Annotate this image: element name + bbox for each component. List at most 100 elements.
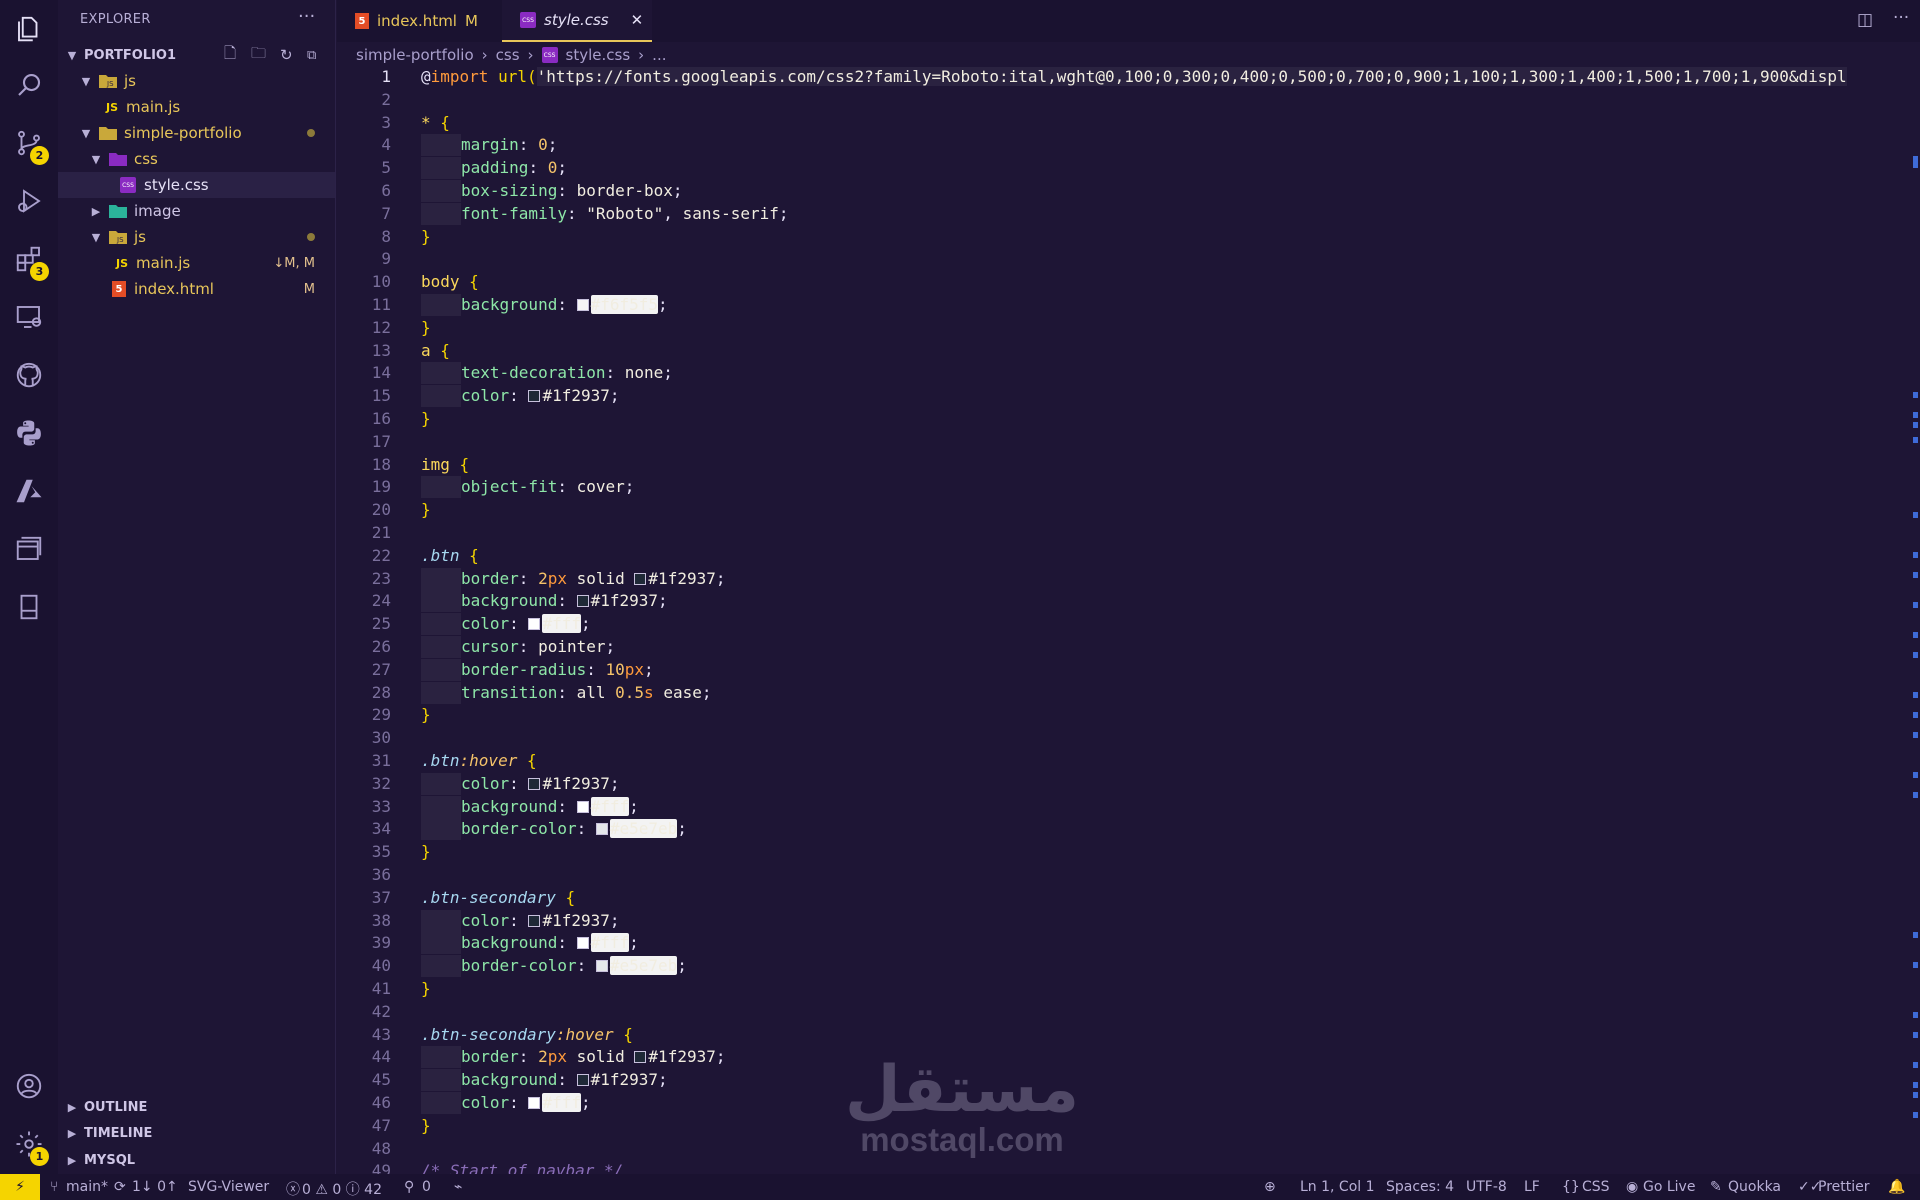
account-icon[interactable] (0, 1057, 58, 1115)
tree-file-style-css[interactable]: CSS style.css (58, 172, 335, 198)
code-line[interactable]: 12} (337, 317, 1920, 340)
tree-file-index-html[interactable]: 5 index.html M (58, 276, 335, 302)
code-line[interactable]: 10 body { (337, 271, 1920, 294)
breadcrumb-item[interactable]: simple-portfolio (356, 46, 474, 64)
code-line[interactable]: 22 .btn { (337, 545, 1920, 568)
code-line[interactable]: 39 background: #fff; (337, 932, 1920, 955)
prettier[interactable]: Prettier (1818, 1179, 1870, 1195)
go-live[interactable]: Go Live (1643, 1179, 1695, 1195)
code-line[interactable]: 31 .btn:hover { (337, 750, 1920, 773)
code-line[interactable]: 24 background: #1f2937; (337, 590, 1920, 613)
code-line[interactable]: 3 * { (337, 112, 1920, 135)
code-line[interactable]: 21 (337, 522, 1920, 545)
code-line[interactable]: 47} (337, 1115, 1920, 1138)
more-actions-icon[interactable]: ··· (298, 6, 315, 27)
extensions-icon[interactable]: 3 (0, 230, 58, 288)
notifications-bell-icon[interactable]: 🔔 (1888, 1179, 1905, 1195)
code-line[interactable]: 30 (337, 727, 1920, 750)
breadcrumb-item[interactable]: style.css (566, 46, 631, 64)
code-line[interactable]: 32 color: #1f2937; (337, 772, 1920, 796)
code-line[interactable]: 17 (337, 431, 1920, 454)
tree-file-main-js[interactable]: JS main.js (58, 94, 335, 120)
indentation[interactable]: Spaces: 4 (1386, 1179, 1454, 1195)
code-line[interactable]: 48 (337, 1138, 1920, 1161)
code-line[interactable]: 13 a { (337, 340, 1920, 363)
code-line[interactable]: 36 (337, 864, 1920, 887)
code-line[interactable]: 1 @import url('https://fonts.googleapis.c… (337, 66, 1920, 89)
breadcrumb-item[interactable]: ... (652, 46, 666, 64)
collapse-all-icon[interactable]: ⧉ (307, 48, 316, 63)
breadcrumb-item[interactable]: css (496, 46, 520, 64)
code-line[interactable]: 43 .btn-secondary:hover { (337, 1024, 1920, 1047)
tree-folder-js-2[interactable]: ▼ JS js (58, 224, 335, 250)
github-icon[interactable] (0, 346, 58, 404)
code-editor[interactable]: 1 @import url('https://fonts.googleapis.c… (337, 66, 1920, 1174)
code-line[interactable]: 25 color: #fff; (337, 613, 1920, 636)
code-line[interactable]: 4 margin: 0; (337, 134, 1920, 157)
svg-viewer[interactable]: SVG-Viewer (188, 1179, 269, 1195)
git-branch[interactable]: main* (66, 1179, 108, 1195)
code-line[interactable]: 18 img { (337, 454, 1920, 477)
code-line[interactable]: 49 /* Start of navbar */ (337, 1160, 1920, 1174)
code-line[interactable]: 28 transition: all 0.5s ease; (337, 681, 1920, 705)
files-icon[interactable] (0, 0, 58, 58)
code-line[interactable]: 19 object-fit: cover; (337, 476, 1920, 499)
more-icon[interactable]: ··· (1893, 8, 1909, 28)
split-editor-icon[interactable]: ◫ (1857, 10, 1873, 30)
settings-gear-icon[interactable]: 1 (0, 1115, 58, 1173)
tree-folder-image[interactable]: ▶ image (58, 198, 335, 224)
code-line[interactable]: 41} (337, 978, 1920, 1001)
refresh-icon[interactable]: ↻ (280, 46, 293, 64)
browser-icon[interactable] (0, 520, 58, 578)
code-line[interactable]: 14 text-decoration: none; (337, 362, 1920, 385)
code-line[interactable]: 27 border-radius: 10px; (337, 658, 1920, 682)
cursor-position[interactable]: Ln 1, Col 1 (1300, 1179, 1375, 1195)
remote-indicator-icon[interactable]: ⚡ (0, 1174, 40, 1200)
code-line[interactable]: 7 font-family: "Roboto", sans-serif; (337, 202, 1920, 226)
tree-file-main-js-2[interactable]: JS main.js ↓M, M (58, 250, 335, 276)
azure-icon[interactable] (0, 462, 58, 520)
code-line[interactable]: 29} (337, 704, 1920, 727)
run-debug-icon[interactable] (0, 172, 58, 230)
panel-outline[interactable]: ▶ OUTLINE (58, 1095, 335, 1119)
close-icon[interactable]: ✕ (631, 11, 644, 29)
tree-folder-js[interactable]: ▼ JS js (58, 68, 335, 94)
code-line[interactable]: 37 .btn-secondary { (337, 887, 1920, 910)
remote-explorer-icon[interactable] (0, 288, 58, 346)
new-file-icon[interactable]: 🗋 (224, 43, 236, 68)
tree-folder-css[interactable]: ▼ css (58, 146, 335, 172)
code-line[interactable]: 40 border-color: #e5e7eb; (337, 955, 1920, 978)
workspace-root[interactable]: ▼ PORTFOLIO1 🗋 🗀 ↻ ⧉ (58, 42, 335, 68)
code-line[interactable]: 33 background: #fff; (337, 795, 1920, 819)
device-icon[interactable] (0, 578, 58, 636)
panel-timeline[interactable]: ▶ TIMELINE (58, 1121, 335, 1145)
tab-style-css[interactable]: CSS style.css ✕ (502, 0, 652, 42)
end-of-line[interactable]: LF (1524, 1179, 1540, 1195)
language-mode[interactable]: CSS (1582, 1179, 1610, 1195)
code-line[interactable]: 46 color: #fff; (337, 1092, 1920, 1115)
code-line[interactable]: 5 padding: 0; (337, 157, 1920, 180)
code-line[interactable]: 23 border: 2px solid #1f2937; (337, 567, 1920, 591)
new-folder-icon[interactable]: 🗀 (251, 43, 266, 68)
encoding[interactable]: UTF-8 (1466, 1179, 1507, 1195)
code-line[interactable]: 26 cursor: pointer; (337, 636, 1920, 659)
code-line[interactable]: 42 (337, 1001, 1920, 1024)
code-line[interactable]: 15 color: #1f2937; (337, 385, 1920, 408)
code-line[interactable]: 35} (337, 841, 1920, 864)
git-sync[interactable]: 1↓ 0↑ (132, 1179, 178, 1195)
code-line[interactable]: 11 background: #f6f5f5; (337, 294, 1920, 317)
code-line[interactable]: 45 background: #1f2937; (337, 1069, 1920, 1092)
source-control-icon[interactable]: 2 (0, 114, 58, 172)
code-line[interactable]: 38 color: #1f2937; (337, 909, 1920, 933)
panel-mysql[interactable]: ▶ MYSQL (58, 1148, 335, 1172)
tree-folder-simple-portfolio[interactable]: ▼ simple-portfolio (58, 120, 335, 146)
ports-count[interactable]: 0 (422, 1179, 431, 1195)
python-icon[interactable] (0, 404, 58, 462)
code-line[interactable]: 8} (337, 226, 1920, 249)
code-line[interactable]: 44 border: 2px solid #1f2937; (337, 1046, 1920, 1069)
zoom-icon[interactable]: ⊕ (1264, 1179, 1276, 1195)
code-line[interactable]: 6 box-sizing: border-box; (337, 180, 1920, 203)
code-line[interactable]: 2 (337, 89, 1920, 112)
quokka[interactable]: Quokka (1728, 1179, 1781, 1195)
code-line[interactable]: 34 border-color: #e5e7eb; (337, 818, 1920, 841)
